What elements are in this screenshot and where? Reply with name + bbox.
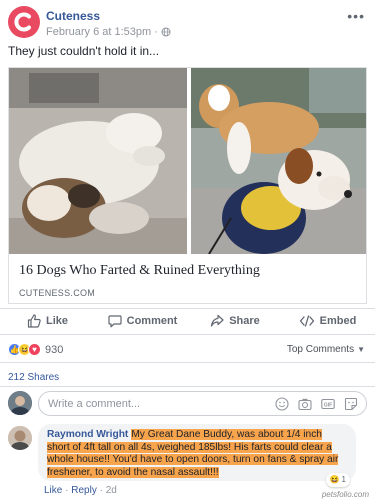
haha-reaction-icon: 😆	[329, 474, 340, 484]
svg-text:GIF: GIF	[324, 402, 332, 408]
share-icon	[211, 314, 224, 327]
commenter-photo	[8, 426, 32, 450]
share-label: Share	[229, 315, 260, 327]
post-meta: February 6 at 1:53pm ·	[46, 26, 171, 38]
top-comments-label: Top Comments	[286, 344, 355, 355]
user-photo	[8, 391, 32, 415]
gif-icon[interactable]: GIF	[321, 397, 335, 411]
comment-button[interactable]: Comment	[95, 310, 190, 332]
comment-input[interactable]: Write a comment... GIF	[38, 391, 367, 416]
comment-icon	[108, 315, 122, 328]
link-title[interactable]: 16 Dogs Who Farted & Ruined Everything	[19, 263, 260, 279]
post-actions-bar: Like Comment Share Embed	[0, 310, 375, 332]
page-name[interactable]: Cuteness	[46, 9, 100, 23]
link-preview-image	[9, 68, 366, 254]
page-avatar[interactable]	[8, 6, 40, 38]
love-reaction-icon: ♥	[28, 343, 41, 356]
comment-input-placeholder: Write a comment...	[48, 397, 141, 410]
link-domain: CUTENESS.COM	[19, 288, 96, 298]
comment-composer: Write a comment... GIF	[8, 391, 367, 417]
comment-actions: Like · Reply · 2d	[44, 485, 117, 496]
like-label: Like	[45, 315, 68, 327]
embed-button[interactable]: Embed	[280, 310, 375, 332]
divider	[0, 334, 375, 335]
sticker-icon[interactable]	[344, 397, 358, 411]
comment-actions-separator: ·	[99, 485, 103, 496]
divider	[0, 386, 375, 387]
comment-label: Comment	[126, 315, 178, 327]
globe-icon	[161, 27, 171, 37]
share-button[interactable]: Share	[190, 310, 280, 332]
comment-reply-link[interactable]: Reply	[71, 485, 97, 496]
chevron-down-icon: ▼	[357, 345, 365, 354]
commenter-avatar[interactable]	[8, 426, 32, 450]
comment-input-icons: GIF	[275, 397, 358, 411]
post-text: They just couldn't hold it in...	[8, 44, 160, 58]
comment-bubble: Raymond Wright My Great Dane Buddy, was a…	[38, 424, 356, 487]
divider	[0, 308, 375, 309]
shares-count[interactable]: 212 Shares	[8, 372, 59, 383]
reaction-count: 930	[45, 343, 64, 356]
meta-separator: ·	[154, 26, 158, 38]
watermark: petsfolio.com	[321, 490, 369, 499]
cuteness-logo-icon	[14, 12, 31, 32]
comment-reaction-badge[interactable]: 😆 1	[325, 472, 350, 487]
comment-reaction-count: 1	[341, 474, 346, 484]
post-date[interactable]: February 6 at 1:53pm	[46, 26, 151, 38]
emoji-icon[interactable]	[275, 397, 289, 411]
code-icon	[299, 315, 314, 327]
embed-label: Embed	[319, 315, 357, 327]
link-preview-card[interactable]: 16 Dogs Who Farted & Ruined Everything C…	[8, 67, 367, 304]
user-avatar	[8, 391, 32, 415]
comment-age[interactable]: 2d	[106, 485, 117, 496]
comment-item: Raymond Wright My Great Dane Buddy, was a…	[8, 424, 367, 496]
divider	[0, 362, 375, 363]
top-comments-dropdown[interactable]: Top Comments ▼	[287, 344, 365, 355]
more-options-icon[interactable]: •••	[347, 8, 365, 24]
reaction-summary[interactable]: 👍 😆 ♥ 930	[8, 343, 63, 356]
comment-like-link[interactable]: Like	[44, 485, 62, 496]
camera-icon[interactable]	[298, 397, 312, 411]
post-header: Cuteness February 6 at 1:53pm · •••	[8, 6, 367, 40]
thumbs-up-icon	[27, 314, 41, 328]
like-button[interactable]: Like	[0, 310, 95, 332]
commenter-name[interactable]: Raymond Wright	[47, 429, 128, 440]
comment-actions-separator: ·	[65, 485, 69, 496]
